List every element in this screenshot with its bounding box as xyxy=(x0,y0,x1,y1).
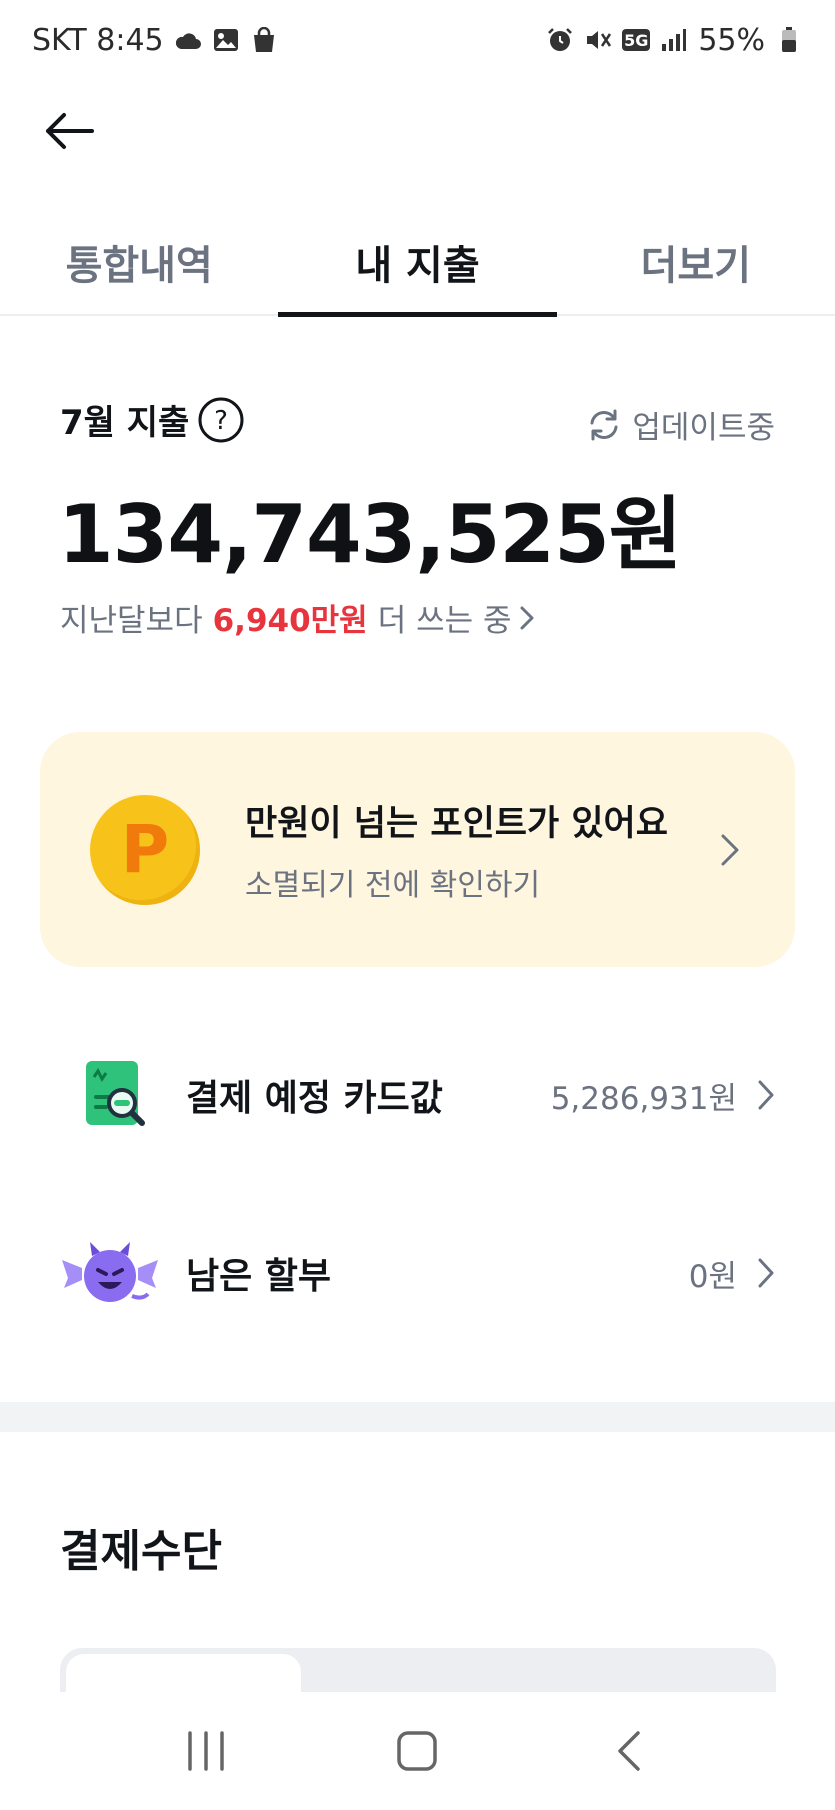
carrier-time: SKT 8:45 xyxy=(32,22,164,58)
battery-percent: 55% xyxy=(698,22,765,58)
recent-apps-icon xyxy=(188,1731,224,1771)
svg-text:?: ? xyxy=(214,406,228,436)
section-divider xyxy=(0,1402,835,1432)
update-status-button[interactable]: 업데이트중 xyxy=(586,402,775,447)
signal-icon xyxy=(660,26,688,54)
system-nav-bar xyxy=(0,1692,835,1810)
status-bar-right: 5G 55% xyxy=(546,23,803,58)
battery-icon xyxy=(775,26,803,54)
point-coin-icon: P xyxy=(90,794,200,905)
coin-letter: P xyxy=(120,811,170,888)
status-bar-left: SKT 8:45 xyxy=(32,23,278,58)
recent-apps-button[interactable] xyxy=(161,1711,251,1791)
main-tabs: 통합내역 내 지출 더보기 xyxy=(0,210,835,317)
compare-suffix: 더 쓰는 중 xyxy=(377,603,512,639)
row-label: 남은 할부 xyxy=(186,1256,332,1297)
scheduled-card-payment-row[interactable]: 결제 예정 카드값 5,286,931원 xyxy=(0,1040,835,1150)
back-button[interactable] xyxy=(34,96,104,166)
compare-diff: 6,940만원 xyxy=(212,603,368,639)
tab-integrated-history[interactable]: 통합내역 xyxy=(0,210,278,314)
point-banner-text: 만원이 넘는 포인트가 있어요 소멸되기 전에 확인하기 xyxy=(245,795,715,904)
compare-prefix: 지난달보다 xyxy=(60,603,203,639)
month-spending-header: 7월 지출 ? xyxy=(60,395,245,444)
row-label: 결제 예정 카드값 xyxy=(186,1078,443,1119)
tab-my-spending[interactable]: 내 지출 xyxy=(278,210,557,317)
point-banner-subtitle: 소멸되기 전에 확인하기 xyxy=(245,868,541,903)
row-value: 0원 xyxy=(688,1258,737,1295)
chevron-right-icon xyxy=(758,1080,774,1110)
chevron-right-icon xyxy=(520,606,534,629)
home-icon xyxy=(397,1731,438,1771)
row-value: 5,286,931원 xyxy=(550,1080,737,1117)
gallery-icon xyxy=(212,26,240,54)
chevron-left-icon xyxy=(618,1731,640,1771)
arrow-left-icon xyxy=(46,113,94,149)
cloud-icon xyxy=(174,26,202,54)
status-bar: SKT 8:45 5G 55% xyxy=(0,0,835,80)
card-bill-search-icon xyxy=(60,1050,160,1140)
point-banner-title: 만원이 넘는 포인트가 있어요 xyxy=(245,804,668,844)
total-spending-amount: 134,743,525원 xyxy=(58,488,682,581)
alarm-icon xyxy=(546,26,574,54)
month-compare-link[interactable]: 지난달보다 6,940만원 더 쓰는 중 xyxy=(60,595,536,640)
chevron-right-icon xyxy=(721,834,739,865)
network-5g-icon: 5G xyxy=(622,29,651,51)
refresh-icon xyxy=(590,409,618,440)
shopping-bag-icon xyxy=(250,26,278,54)
mute-icon xyxy=(584,26,612,54)
point-expiry-banner[interactable]: P 만원이 넘는 포인트가 있어요 소멸되기 전에 확인하기 xyxy=(40,732,795,967)
month-label: 7월 지출 xyxy=(60,403,190,443)
tab-more[interactable]: 더보기 xyxy=(557,210,835,314)
home-button[interactable] xyxy=(372,1711,462,1791)
payment-method-title: 결제수단 xyxy=(60,1526,222,1577)
update-status-label: 업데이트중 xyxy=(632,410,775,446)
help-icon[interactable]: ? xyxy=(197,396,245,444)
remaining-installments-row[interactable]: 남은 할부 0원 xyxy=(0,1218,835,1328)
chevron-right-icon xyxy=(758,1258,774,1288)
devil-mascot-icon xyxy=(60,1228,160,1318)
system-back-button[interactable] xyxy=(584,1711,674,1791)
